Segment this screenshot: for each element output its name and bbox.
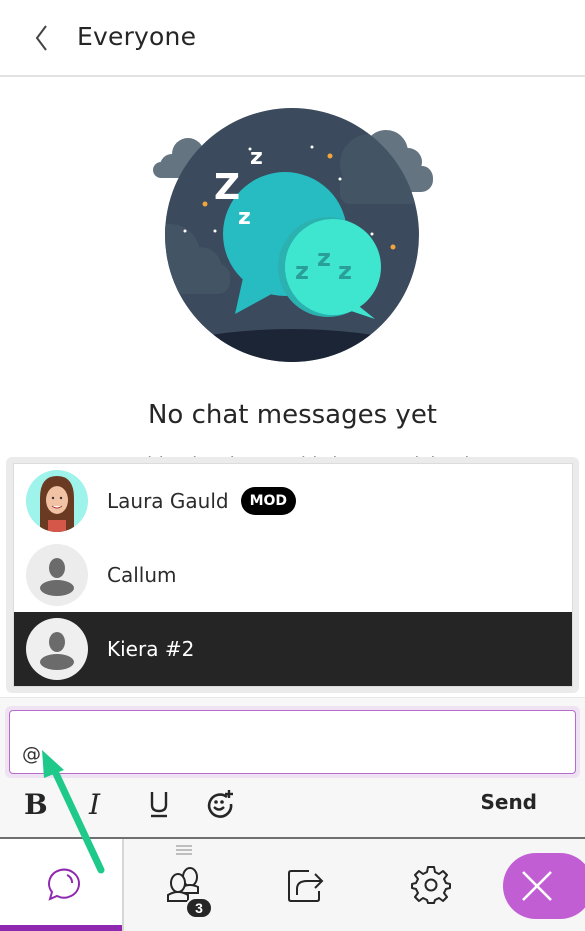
bold-icon: B (24, 790, 48, 818)
mention-name: Callum (107, 563, 177, 587)
tab-share-content[interactable] (246, 839, 368, 931)
chat-bubble-icon (48, 868, 81, 901)
mention-item-kiera-2[interactable]: Kiera #2 (14, 612, 572, 686)
mention-list: Laura Gauld MOD Callum Kiera #2 (13, 463, 573, 687)
avatar (26, 544, 88, 606)
emoji-button[interactable] (202, 786, 238, 822)
tab-chat[interactable] (0, 839, 122, 931)
chat-message-input[interactable] (9, 710, 576, 774)
emoji-add-icon (207, 790, 233, 818)
chevron-left-icon (35, 25, 47, 51)
close-icon (522, 871, 552, 901)
underline-icon (150, 792, 168, 818)
attendee-count-badge: 3 (185, 897, 213, 919)
back-button[interactable] (28, 20, 58, 56)
default-user-icon (40, 632, 74, 670)
user-photo-avatar (40, 476, 74, 532)
mention-name: Laura Gauld (107, 489, 229, 513)
svg-text:z: z (295, 257, 309, 285)
avatar (26, 618, 88, 680)
svg-text:z: z (238, 205, 251, 230)
default-user-icon (40, 558, 74, 596)
svg-text:z: z (250, 145, 263, 170)
leave-session-button[interactable] (503, 853, 585, 919)
svg-text:B: B (24, 790, 48, 818)
italic-icon: I (88, 790, 101, 818)
avatar (26, 470, 88, 532)
panel-title: Everyone (77, 22, 197, 51)
gear-icon (411, 866, 451, 904)
empty-state-title: No chat messages yet (147, 400, 438, 430)
mention-item-laura-gauld[interactable]: Laura Gauld MOD (14, 464, 572, 538)
ground-hill (165, 329, 419, 362)
bottom-navigation: 3 (0, 837, 585, 931)
bold-button[interactable]: B (18, 786, 54, 822)
active-tab-indicator (0, 925, 122, 931)
send-button[interactable]: Send (480, 790, 537, 814)
italic-button[interactable]: I (80, 786, 116, 822)
sleeping-chat-bubbles-illustration: z z z z Z z (153, 108, 433, 362)
message-composer: B I Send (0, 697, 585, 837)
tab-settings[interactable] (370, 839, 492, 931)
svg-text:I: I (88, 790, 101, 818)
mention-suggestions-popup: Laura Gauld MOD Callum Kiera #2 (6, 457, 579, 693)
svg-text:Z: Z (214, 167, 240, 208)
mention-name: Kiera #2 (107, 637, 195, 661)
share-icon (288, 870, 324, 902)
svg-text:z: z (338, 257, 352, 285)
svg-text:z: z (317, 244, 331, 272)
moderator-badge: MOD (240, 487, 297, 515)
tab-attendees[interactable] (124, 839, 246, 931)
panel-header: Everyone (0, 0, 585, 77)
underline-button[interactable] (141, 786, 177, 822)
mention-item-callum[interactable]: Callum (14, 538, 572, 612)
chat-input-wrapper (5, 706, 580, 778)
formatting-toolbar: B I Send (0, 786, 585, 826)
